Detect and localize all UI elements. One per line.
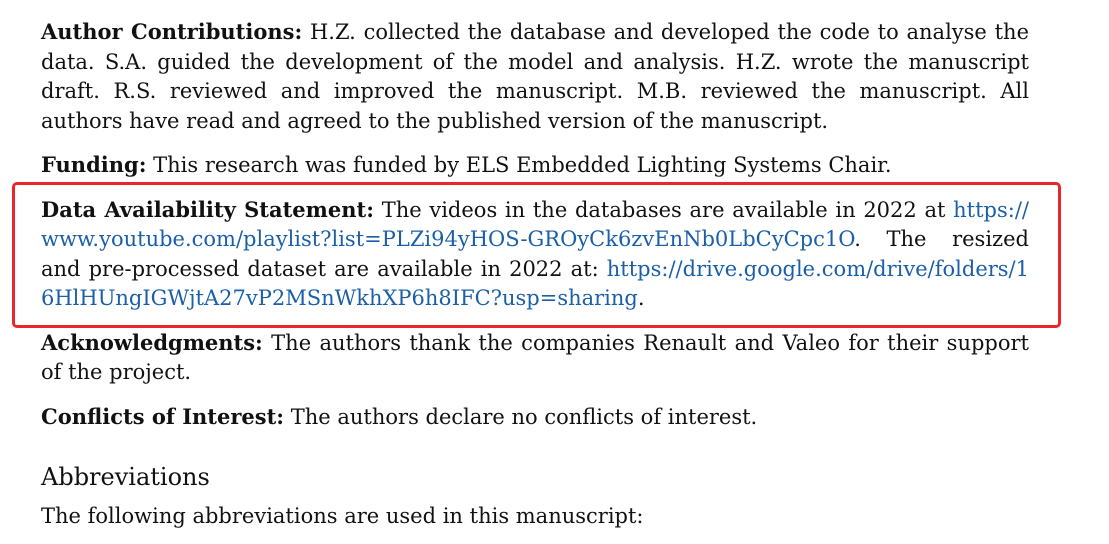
data-availability-text-3: .: [637, 286, 645, 310]
acknowledgments-paragraph: Acknowledgments: The authors thank the c…: [41, 328, 1029, 388]
acknowledgments-label: Acknowledgments:: [41, 329, 263, 355]
funding-label: Funding:: [41, 152, 147, 177]
author-contributions-paragraph: Author Contributions: H.Z. collected the…: [41, 17, 1029, 136]
conflicts-paragraph: Conflicts of Interest: The authors decla…: [41, 402, 1029, 433]
conflicts-text: The authors declare no conflicts of inte…: [284, 404, 758, 429]
funding-text: This research was funded by ELS Embedded…: [146, 153, 892, 177]
conflicts-label: Conflicts of Interest:: [41, 403, 285, 429]
funding-paragraph: Funding: This research was funded by ELS…: [41, 150, 1029, 181]
author-contributions-label: Author Contributions:: [41, 19, 303, 44]
data-availability-label: Data Availability Statement:: [41, 196, 374, 222]
data-availability-paragraph: Data Availability Statement: The videos …: [41, 195, 1029, 314]
abbreviations-heading: Abbreviations: [41, 463, 210, 491]
paper-page: Author Contributions: H.Z. collected the…: [0, 0, 1109, 544]
data-availability-text-1: The videos in the databases are availabl…: [373, 197, 954, 222]
abbreviations-intro: The following abbreviations are used in …: [41, 504, 644, 528]
